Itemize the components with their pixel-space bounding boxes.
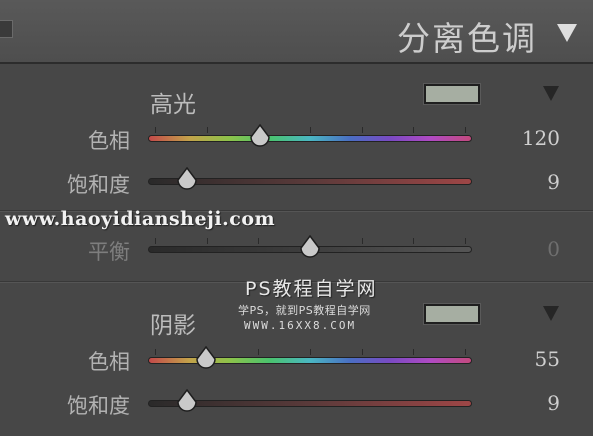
highlights-hue-value[interactable]: 120 [500, 126, 560, 150]
tick-mark [258, 238, 260, 244]
tick-mark [413, 349, 415, 355]
shadows-hue-value[interactable]: 55 [500, 347, 560, 371]
panel-toggle-square-icon[interactable] [0, 20, 13, 38]
tick-mark [413, 127, 415, 133]
balance-label: 平衡 [88, 240, 130, 264]
tick-mark [258, 349, 260, 355]
shadows-hue-label: 色相 [88, 350, 130, 374]
shadows-title: 阴影 [150, 313, 196, 339]
shadows-saturation-slider-thumb[interactable] [176, 389, 198, 413]
panel-title: 分离色调 [397, 19, 537, 58]
highlights-hue-label: 色相 [88, 129, 130, 153]
tick-mark [155, 238, 156, 244]
highlights-saturation-value[interactable]: 9 [500, 170, 560, 194]
tick-mark [310, 127, 311, 133]
watermark-url: www.haoyidiansheji.com [5, 208, 276, 230]
tick-mark [413, 238, 415, 244]
tick-mark [361, 349, 363, 355]
tick-mark [361, 127, 363, 133]
tick-mark [361, 238, 363, 244]
balance-value[interactable]: 0 [500, 237, 560, 261]
tick-mark [310, 349, 311, 355]
tick-mark [465, 127, 466, 133]
shadows-picker-triangle-icon[interactable] [543, 306, 559, 321]
watermark-slogan: 学PS，就到PS教程自学网 [238, 304, 371, 317]
tick-mark [155, 127, 156, 133]
highlights-hue-ticks [148, 127, 472, 133]
shadows-color-swatch[interactable] [424, 304, 480, 324]
balance-slider-thumb[interactable] [299, 235, 321, 259]
tick-mark [155, 349, 156, 355]
panel-header[interactable]: 分离色调 [0, 0, 593, 64]
watermark-site-name: PS教程自学网 [245, 278, 378, 300]
highlights-saturation-slider-thumb[interactable] [176, 167, 198, 191]
tick-mark [206, 127, 208, 133]
shadows-hue-slider-thumb[interactable] [195, 346, 217, 370]
highlights-saturation-label: 饱和度 [67, 173, 130, 197]
highlights-hue-slider-track[interactable] [148, 135, 472, 142]
highlights-title: 高光 [150, 92, 196, 118]
collapse-triangle-icon[interactable] [557, 24, 577, 42]
watermark-domain: WWW.16XX8.COM [244, 319, 357, 332]
highlights-picker-triangle-icon[interactable] [543, 86, 559, 101]
tick-mark [206, 238, 208, 244]
highlights-hue-slider-thumb[interactable] [249, 124, 271, 148]
highlights-color-swatch[interactable] [424, 84, 480, 104]
tick-mark [465, 238, 466, 244]
shadows-saturation-value[interactable]: 9 [500, 391, 560, 415]
tick-mark [465, 349, 466, 355]
shadows-saturation-label: 饱和度 [67, 394, 130, 418]
